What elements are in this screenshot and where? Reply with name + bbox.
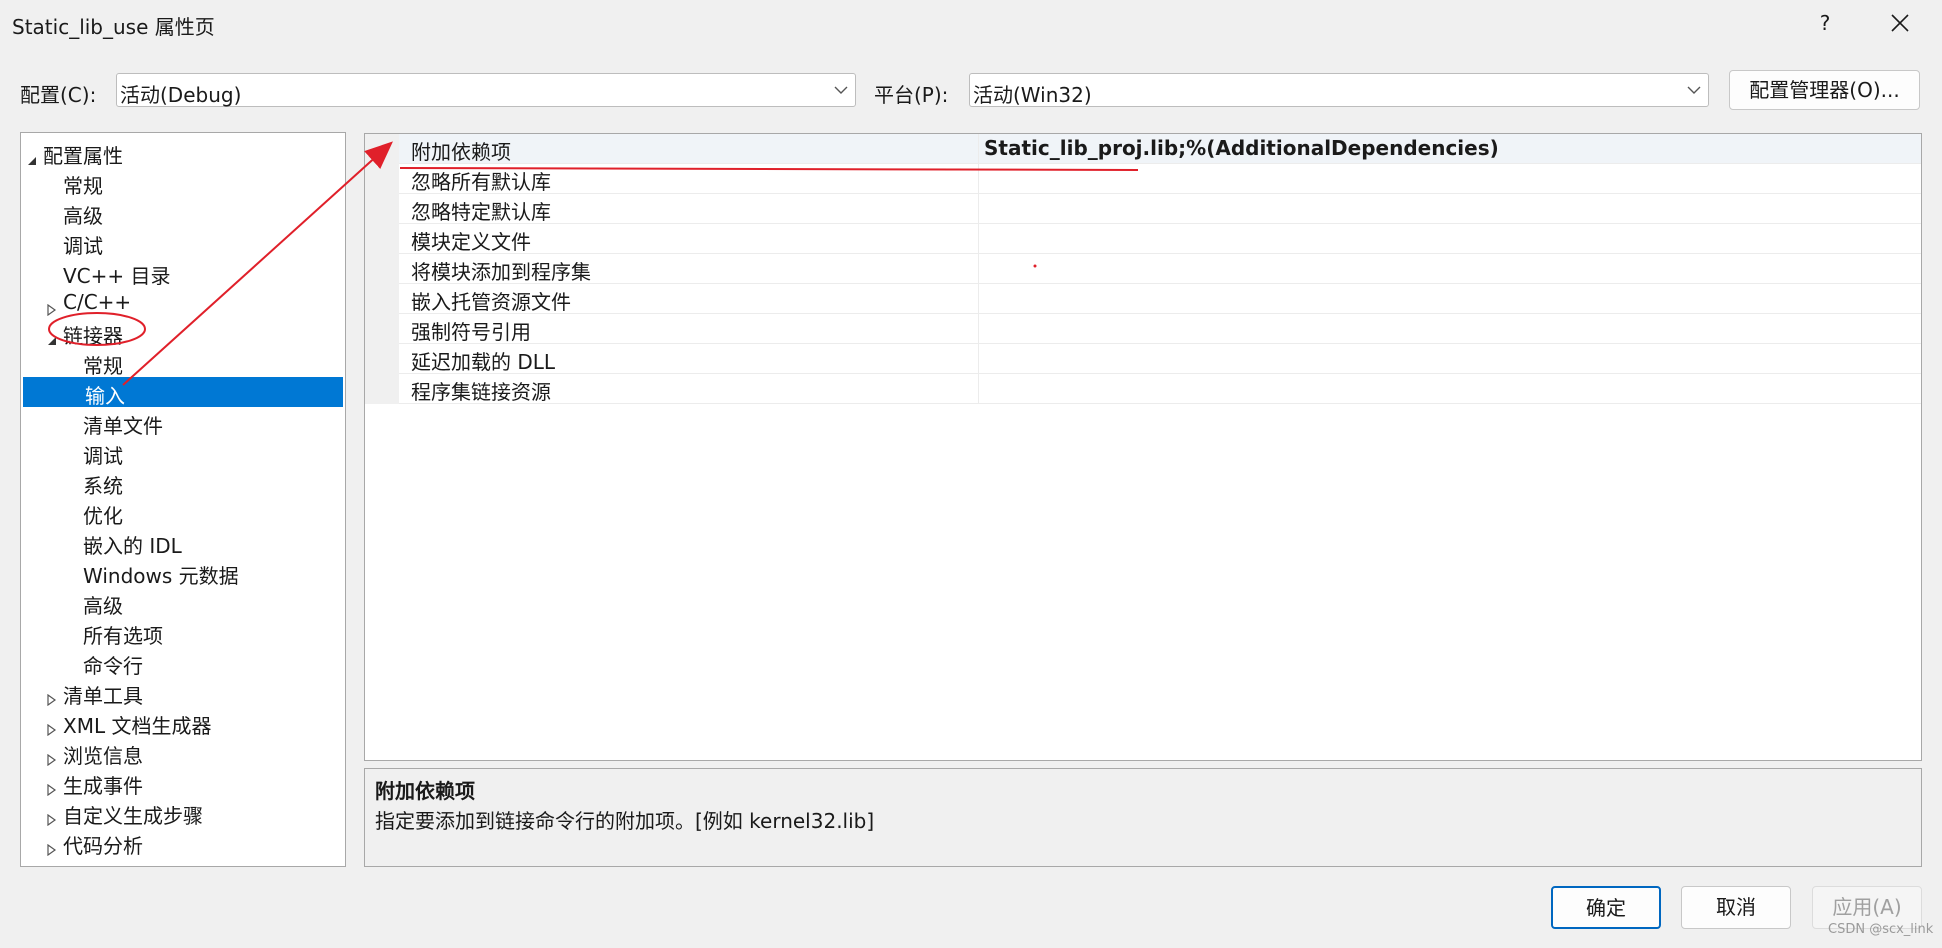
- tree-item-label: 链接器: [63, 324, 123, 348]
- property-row[interactable]: 模块定义文件: [399, 224, 1921, 254]
- window-title: Static_lib_use 属性页: [12, 15, 215, 39]
- tree-item-label: 清单工具: [63, 684, 143, 708]
- tree-item-label: 系统: [83, 474, 123, 498]
- tree-item-label: 调试: [63, 234, 103, 258]
- ok-button[interactable]: 确定: [1551, 886, 1661, 929]
- tree-item-label: 高级: [63, 204, 103, 228]
- property-row[interactable]: 延迟加载的 DLL: [399, 344, 1921, 374]
- tree-item[interactable]: 命令行: [21, 647, 345, 678]
- grid-column-divider[interactable]: [978, 134, 979, 404]
- chevron-down-icon: [1687, 86, 1701, 94]
- tree-item-label: 优化: [83, 504, 123, 528]
- tree-item[interactable]: 系统: [21, 467, 345, 498]
- tree-item-label: VC++ 目录: [63, 264, 171, 288]
- tree-item-label: 自定义生成步骤: [63, 804, 203, 828]
- tree-item-label: 高级: [83, 594, 123, 618]
- property-row[interactable]: 附加依赖项 Static_lib_proj.lib;%(AdditionalDep…: [399, 134, 1921, 164]
- tree-item-label: 常规: [63, 174, 103, 198]
- tree-item[interactable]: 所有选项: [21, 617, 345, 648]
- tree-item-label: 配置属性: [43, 144, 123, 168]
- tree-item-label: Windows 元数据: [83, 564, 239, 588]
- property-row[interactable]: 程序集链接资源: [399, 374, 1921, 404]
- property-name: 嵌入托管资源文件: [411, 290, 571, 314]
- tree-item[interactable]: 高级: [21, 197, 345, 228]
- close-icon: [1891, 14, 1909, 32]
- property-value[interactable]: Static_lib_proj.lib;%(AdditionalDependen…: [984, 136, 1499, 160]
- tree-item-label: 嵌入的 IDL: [83, 534, 182, 558]
- tree-item[interactable]: 高级: [21, 587, 345, 618]
- tree-item[interactable]: 输入: [23, 377, 343, 408]
- tree-item[interactable]: 生成事件: [21, 767, 345, 798]
- title-bar: Static_lib_use 属性页 ?: [0, 0, 1942, 48]
- tree-item-label: C/C++: [63, 290, 132, 314]
- tree-item[interactable]: 调试: [21, 227, 345, 258]
- tree-item-label: 调试: [83, 444, 123, 468]
- property-tree: 配置属性 常规 高级 调试 VC++ 目录 C/C++ 链接器 常规 输入 清单文件 调试 系统 优化嵌…: [20, 132, 346, 867]
- collapsed-arrow-icon[interactable]: [47, 837, 57, 861]
- property-row[interactable]: 将模块添加到程序集: [399, 254, 1921, 284]
- property-name: 忽略特定默认库: [411, 200, 551, 224]
- tree-item-label: XML 文档生成器: [63, 714, 212, 738]
- property-name: 将模块添加到程序集: [411, 260, 591, 284]
- tree-item-label: 代码分析: [63, 834, 143, 858]
- property-name: 忽略所有默认库: [411, 170, 551, 194]
- property-grid: 附加依赖项 Static_lib_proj.lib;%(AdditionalDep…: [364, 133, 1922, 761]
- description-title: 附加依赖项: [375, 779, 475, 803]
- tree-item[interactable]: 常规: [21, 167, 345, 198]
- tree-item-label: 生成事件: [63, 774, 143, 798]
- property-row[interactable]: 强制符号引用: [399, 314, 1921, 344]
- property-name: 附加依赖项: [411, 140, 511, 164]
- tree-item[interactable]: 配置属性: [21, 137, 345, 168]
- description-panel: 附加依赖项 指定要添加到链接命令行的附加项。[例如 kernel32.lib]: [364, 768, 1922, 867]
- property-name: 延迟加载的 DLL: [411, 350, 556, 374]
- tree-item[interactable]: 嵌入的 IDL: [21, 527, 345, 558]
- property-name: 模块定义文件: [411, 230, 531, 254]
- watermark: CSDN @scx_link: [1828, 922, 1934, 937]
- property-name: 强制符号引用: [411, 320, 531, 344]
- description-text: 指定要添加到链接命令行的附加项。[例如 kernel32.lib]: [375, 809, 875, 833]
- config-label: 配置(C):: [20, 83, 97, 107]
- chevron-down-icon: [834, 86, 848, 94]
- property-row[interactable]: 嵌入托管资源文件: [399, 284, 1921, 314]
- platform-dropdown-value: 活动(Win32): [973, 83, 1092, 107]
- close-button[interactable]: [1880, 6, 1920, 40]
- tree-item[interactable]: 代码分析: [21, 827, 345, 858]
- property-row[interactable]: 忽略所有默认库: [399, 164, 1921, 194]
- tree-item-label: 输入: [85, 384, 125, 408]
- platform-label: 平台(P):: [874, 83, 949, 107]
- platform-dropdown[interactable]: 活动(Win32): [969, 73, 1709, 107]
- tree-item-label: 所有选项: [83, 624, 163, 648]
- tree-item-label: 常规: [83, 354, 123, 378]
- tree-item[interactable]: 调试: [21, 437, 345, 468]
- tree-item[interactable]: VC++ 目录: [21, 257, 345, 288]
- help-button[interactable]: ?: [1810, 8, 1840, 38]
- tree-item[interactable]: XML 文档生成器: [21, 707, 345, 738]
- tree-item-label: 清单文件: [83, 414, 163, 438]
- tree-item[interactable]: 浏览信息: [21, 737, 345, 768]
- tree-item-label: 命令行: [83, 654, 143, 678]
- config-dropdown-value: 活动(Debug): [120, 83, 242, 107]
- property-name: 程序集链接资源: [411, 380, 551, 404]
- tree-item[interactable]: 链接器: [21, 317, 345, 348]
- property-row[interactable]: 忽略特定默认库: [399, 194, 1921, 224]
- tree-item[interactable]: 清单工具: [21, 677, 345, 708]
- cancel-button[interactable]: 取消: [1681, 886, 1791, 929]
- tree-item[interactable]: Windows 元数据: [21, 557, 345, 588]
- tree-item[interactable]: 优化: [21, 497, 345, 528]
- grid-gutter: [365, 134, 399, 404]
- config-dropdown[interactable]: 活动(Debug): [116, 73, 856, 107]
- config-manager-button[interactable]: 配置管理器(O)...: [1729, 70, 1920, 110]
- tree-item[interactable]: 清单文件: [21, 407, 345, 438]
- tree-item[interactable]: 自定义生成步骤: [21, 797, 345, 828]
- tree-item[interactable]: 常规: [21, 347, 345, 378]
- tree-item[interactable]: C/C++: [21, 287, 345, 317]
- tree-item-label: 浏览信息: [63, 744, 143, 768]
